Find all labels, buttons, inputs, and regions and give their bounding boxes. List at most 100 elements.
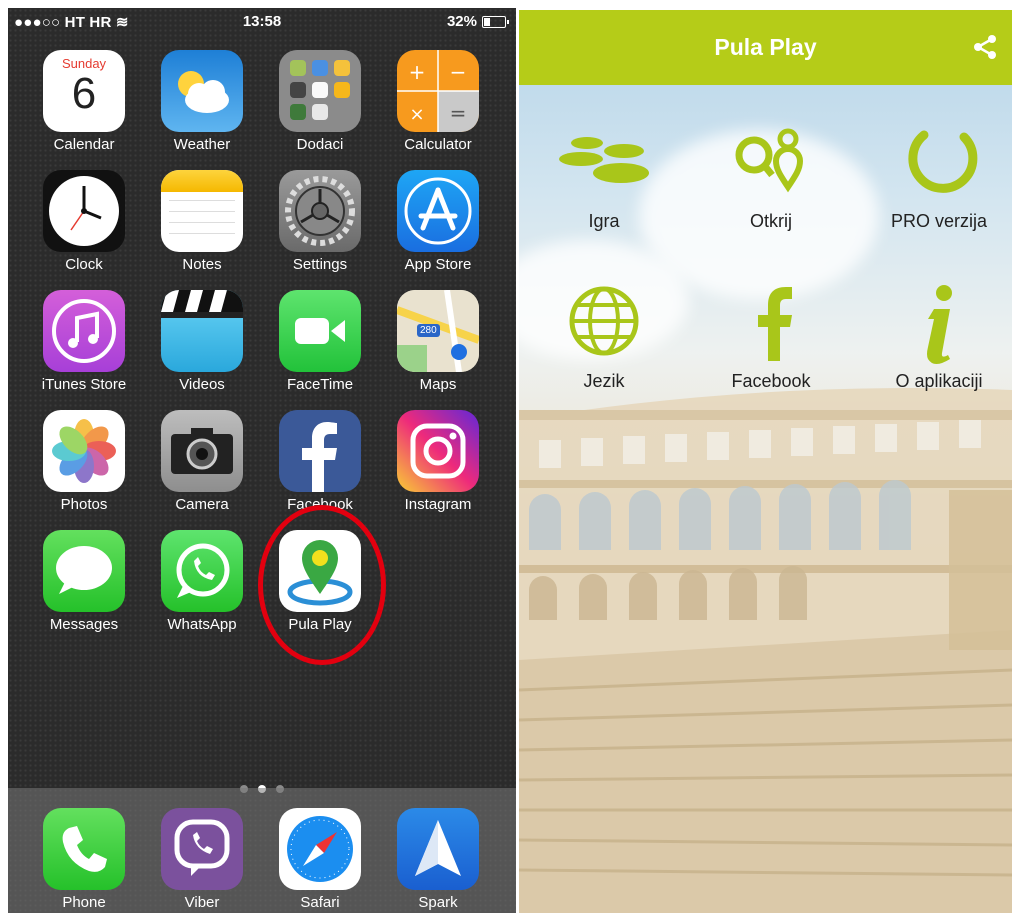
- calendar-icon: Sunday 6: [43, 50, 125, 132]
- battery-percent: 32%: [446, 13, 477, 30]
- weather-icon: [161, 50, 243, 132]
- app-folder-dodaci[interactable]: Dodaci: [261, 50, 379, 153]
- app-photos[interactable]: Photos: [25, 410, 143, 513]
- app-label: Viber: [184, 894, 220, 911]
- stepping-stones-icon: [529, 125, 679, 205]
- dock-app-spark[interactable]: Spark: [379, 808, 497, 911]
- app-whatsapp[interactable]: WhatsApp: [143, 530, 261, 633]
- app-label: Camera: [175, 496, 229, 513]
- app-calendar[interactable]: Sunday 6 Calendar: [25, 50, 143, 153]
- camera-icon: [161, 410, 243, 492]
- whatsapp-icon: [161, 530, 243, 612]
- app-label: Messages: [49, 616, 119, 633]
- app-label: Spark: [418, 894, 458, 911]
- app-label: Settings: [292, 256, 348, 273]
- globe-icon: [529, 285, 679, 365]
- dock: Phone Viber Safari Spark: [8, 788, 516, 913]
- menu-label: PRO verzija: [890, 211, 988, 231]
- dock-app-viber[interactable]: Viber: [143, 808, 261, 911]
- music-note-icon: [43, 290, 125, 372]
- app-label: Maps: [419, 376, 457, 393]
- app-instagram[interactable]: Instagram: [379, 410, 497, 513]
- app-label: FaceTime: [286, 376, 354, 393]
- app-camera[interactable]: Camera: [143, 410, 261, 513]
- menu-item-igra[interactable]: Igra: [529, 125, 679, 232]
- app-label: Clock: [65, 256, 103, 273]
- pula-play-screen: Pula Play Igra Otkrij PRO verzija Jezik: [519, 10, 1012, 913]
- photos-flower-icon: [43, 410, 125, 492]
- calendar-date: 6: [71, 69, 97, 118]
- app-label: Notes: [182, 256, 222, 273]
- svg-text:−: −: [450, 60, 467, 84]
- app-title: Pula Play: [714, 34, 817, 60]
- app-videos[interactable]: Videos: [143, 290, 261, 393]
- app-calculator[interactable]: + − × = Calculator: [379, 50, 497, 153]
- share-icon[interactable]: [972, 34, 998, 60]
- status-bar: ●●●○○ HT HR ≋ 13:58 32%: [8, 8, 516, 34]
- speech-bubble-icon: [43, 530, 125, 612]
- menu-label: Jezik: [583, 371, 625, 391]
- app-header: Pula Play: [519, 10, 1012, 85]
- settings-gear-icon: [279, 170, 361, 252]
- app-label: App Store: [404, 256, 472, 273]
- menu-item-otkrij[interactable]: Otkrij: [696, 125, 846, 232]
- app-clock[interactable]: Clock: [25, 170, 143, 273]
- menu-item-jezik[interactable]: Jezik: [529, 285, 679, 392]
- svg-text:=: =: [450, 101, 467, 125]
- app-label: Instagram: [404, 496, 472, 513]
- info-icon: [864, 285, 1012, 365]
- menu-label: Igra: [588, 211, 620, 231]
- map-icon: 280: [397, 290, 479, 372]
- dock-app-safari[interactable]: Safari: [261, 808, 379, 911]
- app-facetime[interactable]: FaceTime: [261, 290, 379, 393]
- folder-icon: [279, 50, 361, 132]
- ios-home-screen: ●●●○○ HT HR ≋ 13:58 32% Sunday 6 Calenda…: [8, 8, 516, 913]
- app-label: Phone: [62, 894, 106, 911]
- ring-icon: [864, 125, 1012, 205]
- notes-icon: [161, 170, 243, 252]
- battery-icon: [482, 15, 509, 28]
- location-pins-icon: [696, 125, 846, 205]
- map-road-number: 280: [417, 324, 440, 337]
- clock-icon: [43, 170, 125, 252]
- app-store-icon: [397, 170, 479, 252]
- viber-icon: [161, 808, 243, 890]
- instagram-icon: [397, 410, 479, 492]
- svg-text:+: +: [409, 60, 426, 84]
- video-camera-icon: [279, 290, 361, 372]
- clock-time: 13:58: [242, 13, 282, 30]
- highlight-circle: [258, 505, 386, 665]
- app-label: Dodaci: [296, 136, 344, 153]
- svg-text:×: ×: [409, 104, 424, 125]
- app-itunes-store[interactable]: iTunes Store: [25, 290, 143, 393]
- facebook-icon: [279, 410, 361, 492]
- app-label: Safari: [300, 894, 340, 911]
- app-settings[interactable]: Settings: [261, 170, 379, 273]
- paper-plane-icon: [397, 808, 479, 890]
- app-label: Calendar: [53, 136, 115, 153]
- app-weather[interactable]: Weather: [143, 50, 261, 153]
- menu-label: Facebook: [731, 371, 811, 391]
- app-label: Weather: [173, 136, 231, 153]
- facebook-f-icon: [696, 285, 846, 365]
- app-label: iTunes Store: [41, 376, 127, 393]
- menu-item-o-aplikaciji[interactable]: O aplikaciji: [864, 285, 1012, 392]
- menu-item-facebook[interactable]: Facebook: [696, 285, 846, 392]
- calculator-icon: + − × =: [397, 50, 479, 132]
- app-notes[interactable]: Notes: [143, 170, 261, 273]
- menu-item-pro-verzija[interactable]: PRO verzija: [864, 125, 1012, 232]
- clapperboard-icon: [161, 290, 243, 372]
- app-messages[interactable]: Messages: [25, 530, 143, 633]
- app-maps[interactable]: 280 Maps: [379, 290, 497, 393]
- app-label: Videos: [179, 376, 225, 393]
- app-label: WhatsApp: [167, 616, 237, 633]
- amphitheatre-illustration: [519, 388, 1012, 913]
- compass-icon: [279, 808, 361, 890]
- menu-label: O aplikaciji: [895, 371, 983, 391]
- menu-label: Otkrij: [750, 211, 792, 231]
- app-facebook[interactable]: Facebook: [261, 410, 379, 513]
- app-label: Calculator: [404, 136, 472, 153]
- app-app-store[interactable]: App Store: [379, 170, 497, 273]
- dock-app-phone[interactable]: Phone: [25, 808, 143, 911]
- phone-icon: [43, 808, 125, 890]
